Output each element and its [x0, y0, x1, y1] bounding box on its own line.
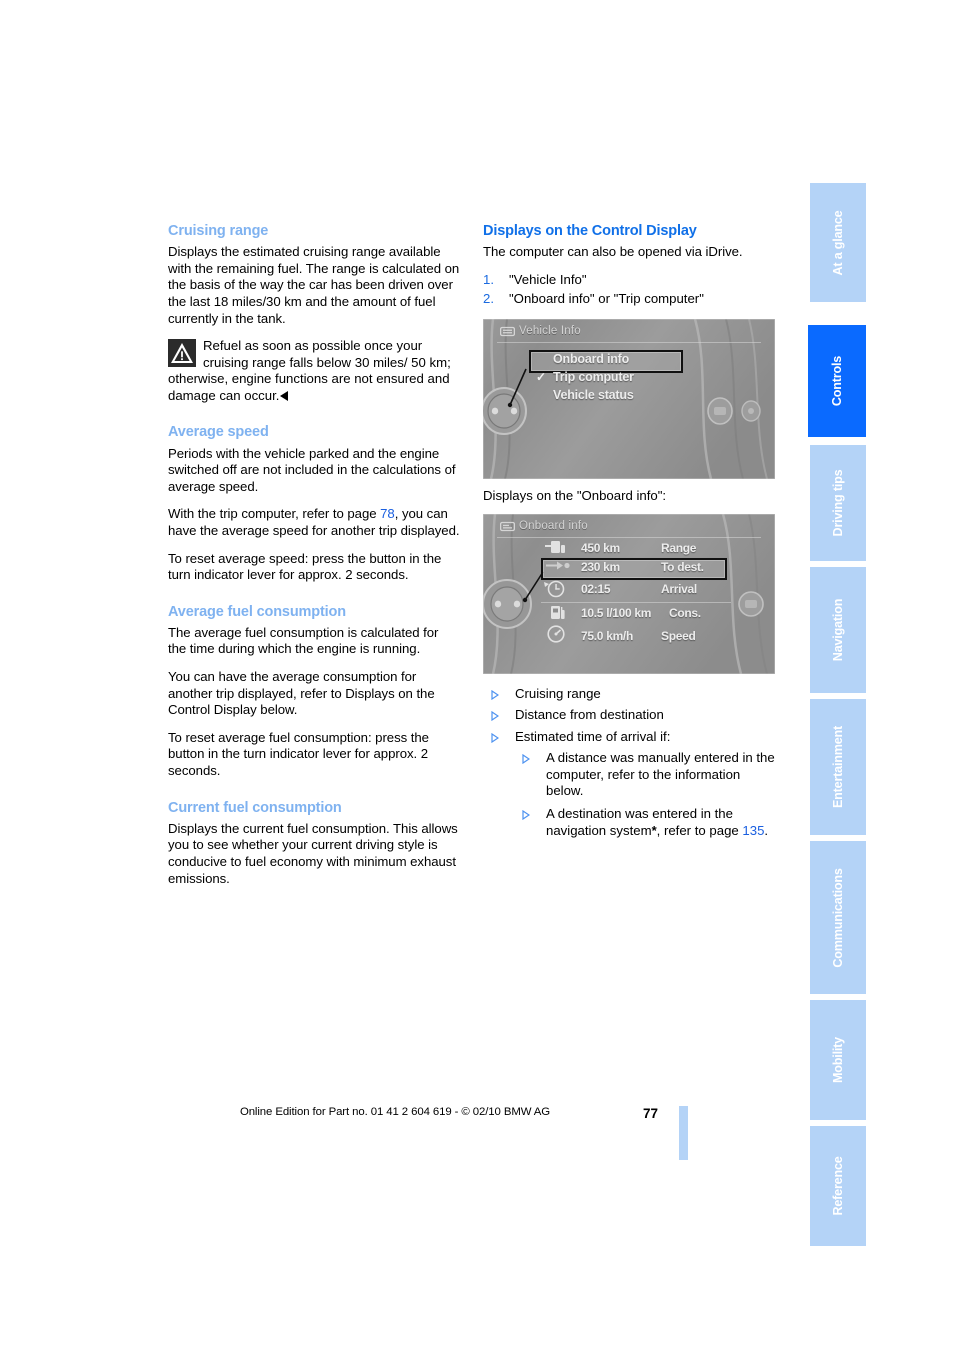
onboard-row-label-cons: Cons.: [669, 605, 701, 620]
onboard-row-value-speed: 75.0 km/h: [581, 628, 633, 643]
group-divider: [541, 601, 731, 603]
list-item: 1. "Vehicle Info": [483, 272, 779, 289]
heading-displays-on-control-display: Displays on the Control Display: [483, 223, 697, 239]
paragraph-average-speed-2: With the trip computer, refer to page 78…: [168, 506, 460, 539]
onboard-row-label-speed: Speed: [661, 628, 696, 643]
title-divider-2: [497, 536, 761, 538]
tab-label: Reference: [831, 1156, 845, 1216]
text-before-page-ref: With the trip computer, refer to page: [168, 506, 381, 522]
onboard-row-label-range: Range: [661, 540, 697, 555]
idrive-controller-knob-2: [483, 578, 532, 629]
nested-bullet-list: A distance was manually entered in the c…: [515, 750, 779, 839]
manual-page: Cruising range Displays the estimated cr…: [0, 0, 954, 1350]
end-of-warning-marker: [280, 390, 289, 401]
tab-label: Controls: [830, 355, 844, 407]
checkmark-icon: ✓: [536, 369, 547, 384]
tab-communications[interactable]: Communications: [810, 841, 866, 994]
list-item: Estimated time of arrival if: A distance…: [483, 729, 779, 840]
tab-label: Navigation: [831, 598, 845, 662]
triangle-bullet-icon: [522, 810, 530, 821]
paragraph-cruising-range: Displays the estimated cruising range av…: [168, 244, 460, 326]
onboard-row-value-to-dest: 230 km: [581, 559, 620, 574]
bullet-text: Distance from destination: [515, 707, 664, 723]
bullet-text: Estimated time of arrival if:: [515, 728, 671, 744]
bullet-text-after: .: [764, 822, 769, 838]
footer-legal-text: Online Edition for Part no. 01 41 2 604 …: [239, 1106, 551, 1118]
onboard-info-bullet-list: Cruising range Distance from destination…: [483, 686, 779, 840]
step-text: "Onboard info" or "Trip computer": [509, 291, 704, 307]
right-column: Displays on the Control Display The comp…: [483, 222, 779, 845]
paragraph-average-fuel-3: To reset average fuel consumption: press…: [168, 729, 429, 779]
paragraph-average-speed-3: To reset average speed: press the button…: [168, 550, 442, 583]
triangle-bullet-icon: [491, 689, 499, 700]
screenshot-title: Vehicle Info: [519, 324, 581, 337]
list-item: A distance was manually entered in the c…: [515, 750, 779, 800]
tab-label: Entertainment: [831, 725, 845, 809]
paragraph-current-fuel-consumption: Displays the current fuel consumption. T…: [168, 820, 458, 886]
onboard-row-value-range: 450 km: [581, 540, 620, 555]
onboard-row-label-arrival: Arrival: [661, 581, 697, 596]
tab-label: At a glance: [831, 210, 845, 275]
list-item: 2. "Onboard info" or "Trip computer": [483, 291, 779, 308]
chapter-tab-rail: At a glance Controls Driving tips Naviga…: [808, 183, 866, 1246]
warning-text: Refuel as soon as possible once your cru…: [168, 338, 451, 403]
menu-item-vehicle-status[interactable]: Vehicle status: [553, 388, 634, 402]
screenshot-vehicle-info: Vehicle Info Onboard info ✓ Trip compute…: [483, 318, 775, 479]
paragraph-average-fuel-2: You can have the average consumption for…: [168, 669, 435, 718]
onboard-row-value-cons: 10.5 l/100 km: [581, 605, 652, 620]
tab-controls[interactable]: Controls: [808, 325, 866, 437]
idrive-steps-list: 1. "Vehicle Info" 2. "Onboard info" or "…: [483, 272, 779, 308]
tab-entertainment[interactable]: Entertainment: [810, 699, 866, 835]
tab-driving-tips[interactable]: Driving tips: [810, 445, 866, 561]
bullet-text: Cruising range: [515, 685, 601, 701]
bullet-text: A distance was manually entered in the c…: [546, 750, 775, 799]
list-item: A destination was entered in the navigat…: [515, 806, 779, 839]
menu-item-trip-computer[interactable]: Trip computer: [553, 370, 634, 384]
step-number: 1.: [483, 271, 494, 287]
left-column: Cruising range Displays the estimated cr…: [168, 222, 460, 887]
tab-at-a-glance[interactable]: At a glance: [810, 183, 866, 302]
screenshot-title-2: Onboard info: [519, 519, 588, 532]
warning-triangle-icon: [168, 339, 196, 368]
tab-label: Driving tips: [831, 469, 845, 537]
tab-label: Mobility: [831, 1037, 845, 1083]
onboard-row-label-to-dest: To dest.: [661, 559, 704, 574]
step-number: 2.: [483, 291, 494, 307]
onboard-row-value-arrival: 02:15: [581, 581, 611, 596]
heading-average-speed: Average speed: [168, 424, 269, 441]
heading-current-fuel-consumption: Current fuel consumption: [168, 799, 342, 816]
triangle-bullet-icon: [491, 711, 499, 722]
page-reference-78[interactable]: 78: [380, 506, 395, 521]
idrive-background-graphic-2: [483, 513, 775, 674]
paragraph-average-fuel-1: The average fuel consumption is calculat…: [168, 624, 439, 657]
menu-item-onboard-info[interactable]: Onboard info: [553, 352, 629, 366]
caption-onboard-info: Displays on the "Onboard info":: [483, 487, 667, 503]
tab-mobility[interactable]: Mobility: [810, 1000, 866, 1120]
title-divider: [497, 341, 761, 343]
list-item: Distance from destination: [483, 707, 779, 724]
paragraph-average-speed-1: Periods with the vehicle parked and the …: [168, 445, 456, 494]
heading-cruising-range: Cruising range: [168, 223, 269, 239]
triangle-bullet-icon: [522, 754, 530, 765]
triangle-bullet-icon: [491, 732, 499, 743]
tab-label: Communications: [831, 867, 845, 968]
list-item: Cruising range: [483, 686, 779, 703]
heading-average-fuel-consumption: Average fuel consumption: [168, 603, 346, 620]
screenshot-onboard-info: Onboard info 450 km Range 230 km To dest…: [483, 513, 775, 674]
idrive-controller-knob: [483, 386, 527, 435]
warning-block-refuel: Refuel as soon as possible once your cru…: [168, 338, 460, 404]
idrive-side-button-2: [738, 590, 764, 617]
bullet-text-mid: , refer to page: [656, 822, 743, 838]
paragraph-idrive-intro: The computer can also be opened via iDri…: [483, 244, 743, 260]
tab-navigation[interactable]: Navigation: [810, 567, 866, 693]
step-text: "Vehicle Info": [509, 271, 587, 287]
footer: Online Edition for Part no. 01 41 2 604 …: [0, 1106, 790, 1118]
tab-reference[interactable]: Reference: [810, 1126, 866, 1246]
page-reference-135[interactable]: 135: [742, 823, 764, 838]
